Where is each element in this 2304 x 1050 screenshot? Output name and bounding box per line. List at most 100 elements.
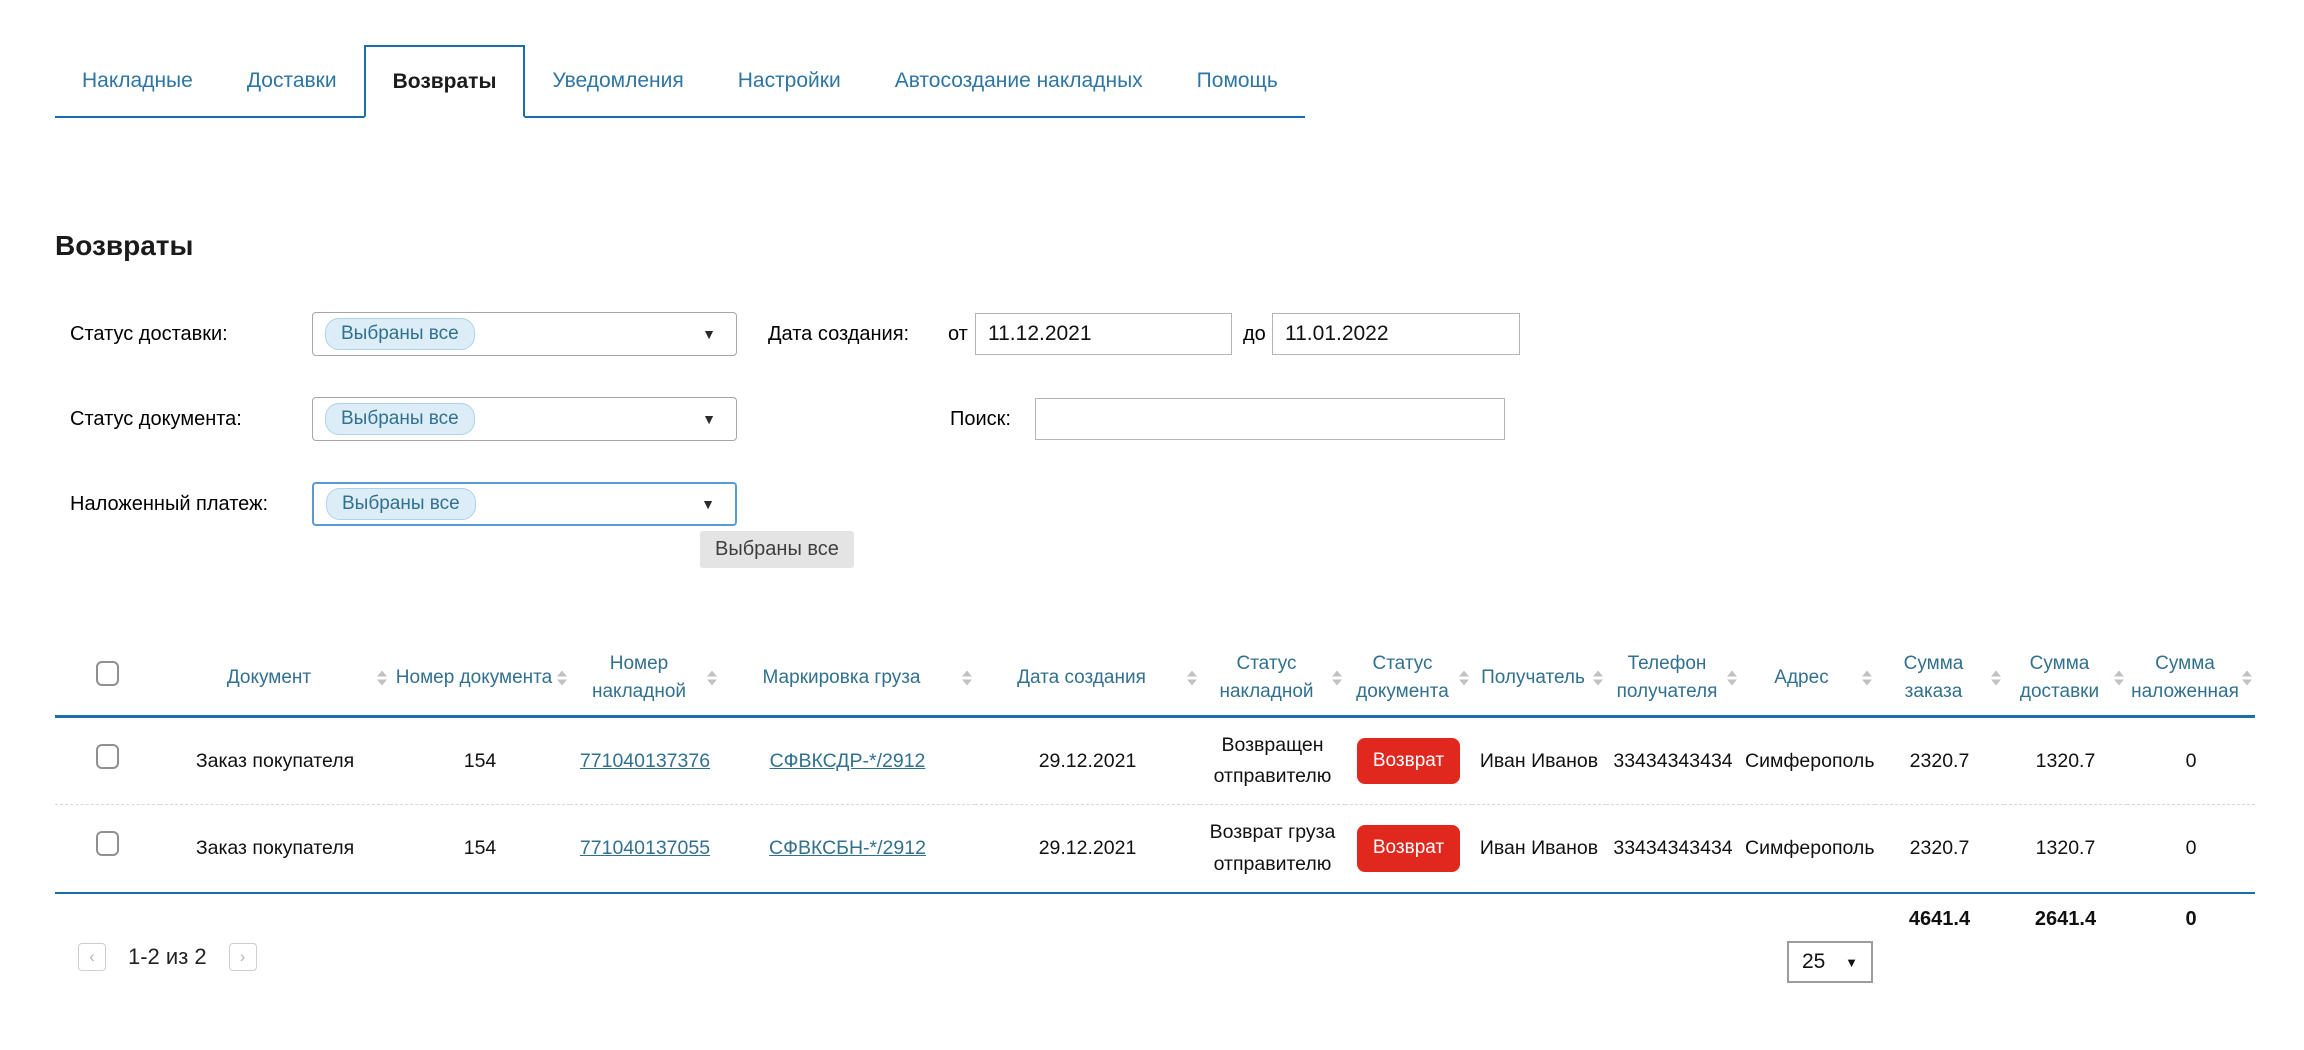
sort-icon[interactable] [2114, 670, 2124, 685]
total-delivery-sum: 2641.4 [2004, 893, 2127, 931]
sort-icon[interactable] [1459, 670, 1469, 685]
sort-icon[interactable] [1991, 670, 2001, 685]
column-header-label: Номер накладной [592, 653, 686, 702]
return-status-badge[interactable]: Возврат [1357, 738, 1460, 784]
invoice-number-link[interactable]: 771040137055 [580, 837, 710, 859]
returns-table: Документ Номер документа Номер накладной… [55, 640, 2255, 931]
column-header-doc-status[interactable]: Статус документа [1345, 640, 1472, 717]
header-checkbox-cell [55, 640, 160, 717]
cell-invoice-number: 771040137055 [570, 805, 720, 893]
select-all-checkbox[interactable] [96, 661, 119, 686]
column-header-invoice-number[interactable]: Номер накладной [570, 640, 720, 717]
cell-cargo-marking: СФВКСБН-*/2912 [720, 805, 975, 893]
page-size-select[interactable]: 25 ▼ [1787, 941, 1873, 983]
cell-doc-status: Возврат [1345, 717, 1472, 805]
cell-invoice-number: 771040137376 [570, 717, 720, 805]
tab-pomoshch[interactable]: Помощь [1170, 45, 1305, 116]
chevron-down-icon: ▼ [702, 412, 716, 426]
cell-address: Симферополь [1740, 717, 1875, 805]
table-row: Заказ покупателя 154 771040137055 СФВКСБ… [55, 805, 2255, 893]
cell-invoice-status: Возврат груза отправителю [1200, 805, 1345, 893]
sort-icon[interactable] [1332, 670, 1342, 685]
tab-vozvraty[interactable]: Возвраты [364, 45, 526, 118]
column-header-label: Получатель [1481, 667, 1585, 688]
column-header-cod-sum[interactable]: Сумма наложенная [2127, 640, 2255, 717]
cell-cod-sum: 0 [2127, 717, 2255, 805]
column-header-created[interactable]: Дата создания [975, 640, 1200, 717]
sort-icon[interactable] [1187, 670, 1197, 685]
date-from-input[interactable] [975, 313, 1232, 355]
sort-icon[interactable] [377, 670, 387, 685]
column-header-label: Статус документа [1356, 653, 1449, 702]
total-order-sum: 4641.4 [1875, 893, 2004, 931]
sort-icon[interactable] [2242, 670, 2252, 685]
column-header-delivery-sum[interactable]: Сумма доставки [2004, 640, 2127, 717]
main-tabs: Накладные Доставки Возвраты Уведомления … [55, 45, 1305, 118]
tab-dostavki[interactable]: Доставки [220, 45, 364, 116]
cell-doc-number: 154 [390, 805, 570, 893]
table-header-row: Документ Номер документа Номер накладной… [55, 640, 2255, 717]
column-header-cargo-marking[interactable]: Маркировка груза [720, 640, 975, 717]
tab-uvedomleniya[interactable]: Уведомления [525, 45, 710, 116]
chevron-down-icon: ▼ [1845, 955, 1858, 970]
sort-icon[interactable] [557, 670, 567, 685]
document-status-label: Статус документа: [70, 408, 242, 431]
sort-icon[interactable] [1862, 670, 1872, 685]
document-status-selected-pill: Выбраны все [325, 403, 475, 435]
cod-label: Наложенный платеж: [70, 493, 268, 516]
column-header-label: Номер документа [396, 667, 552, 688]
selected-all-tooltip: Выбраны все [700, 531, 854, 568]
return-status-badge[interactable]: Возврат [1357, 825, 1460, 871]
tab-nakladnye[interactable]: Накладные [55, 45, 220, 116]
row-checkbox[interactable] [96, 831, 119, 856]
date-to-label: до [1243, 323, 1266, 346]
cell-invoice-status: Возвращен отправителю [1200, 717, 1345, 805]
pagination: ‹ 1-2 из 2 › [78, 943, 257, 971]
cell-cod-sum: 0 [2127, 805, 2255, 893]
cell-doc-number: 154 [390, 717, 570, 805]
cargo-marking-link[interactable]: СФВКСДР-*/2912 [770, 750, 926, 772]
cell-document: Заказ покупателя [160, 717, 390, 805]
cod-dropdown[interactable]: Выбраны все ▼ [312, 482, 737, 526]
column-header-phone[interactable]: Телефон получателя [1606, 640, 1740, 717]
cell-delivery-sum: 1320.7 [2004, 717, 2127, 805]
document-status-dropdown[interactable]: Выбраны все ▼ [312, 397, 737, 441]
search-input[interactable] [1035, 398, 1505, 440]
column-header-order-sum[interactable]: Сумма заказа [1875, 640, 2004, 717]
cargo-marking-link[interactable]: СФВКСБН-*/2912 [769, 837, 926, 859]
cell-created: 29.12.2021 [975, 805, 1200, 893]
column-header-label: Маркировка груза [763, 667, 921, 688]
column-header-label: Статус накладной [1220, 653, 1314, 702]
sort-icon[interactable] [707, 670, 717, 685]
total-cod-sum: 0 [2127, 893, 2255, 931]
column-header-address[interactable]: Адрес [1740, 640, 1875, 717]
column-header-label: Телефон получателя [1617, 653, 1718, 702]
cell-cargo-marking: СФВКСДР-*/2912 [720, 717, 975, 805]
delivery-status-label: Статус доставки: [70, 323, 228, 346]
cell-recipient: Иван Иванов [1472, 717, 1606, 805]
search-label: Поиск: [950, 408, 1011, 431]
cell-phone: 33434343434 [1606, 717, 1740, 805]
date-to-input[interactable] [1272, 313, 1520, 355]
sort-icon[interactable] [1727, 670, 1737, 685]
row-checkbox[interactable] [96, 744, 119, 769]
column-header-recipient[interactable]: Получатель [1472, 640, 1606, 717]
next-page-button[interactable]: › [229, 943, 257, 971]
delivery-status-dropdown[interactable]: Выбраны все ▼ [312, 312, 737, 356]
cell-created: 29.12.2021 [975, 717, 1200, 805]
column-header-label: Сумма наложенная [2131, 653, 2239, 702]
sort-icon[interactable] [962, 670, 972, 685]
sort-icon[interactable] [1593, 670, 1603, 685]
cell-order-sum: 2320.7 [1875, 805, 2004, 893]
column-header-invoice-status[interactable]: Статус накладной [1200, 640, 1345, 717]
column-header-doc-number[interactable]: Номер документа [390, 640, 570, 717]
cell-doc-status: Возврат [1345, 805, 1472, 893]
invoice-number-link[interactable]: 771040137376 [580, 750, 710, 772]
chevron-down-icon: ▼ [702, 327, 716, 341]
tab-nastroyki[interactable]: Настройки [711, 45, 868, 116]
prev-page-button[interactable]: ‹ [78, 943, 106, 971]
cell-address: Симферополь [1740, 805, 1875, 893]
column-header-document[interactable]: Документ [160, 640, 390, 717]
column-header-label: Сумма заказа [1904, 653, 1964, 702]
tab-avtosozdanie-nakladnykh[interactable]: Автосоздание накладных [868, 45, 1170, 116]
